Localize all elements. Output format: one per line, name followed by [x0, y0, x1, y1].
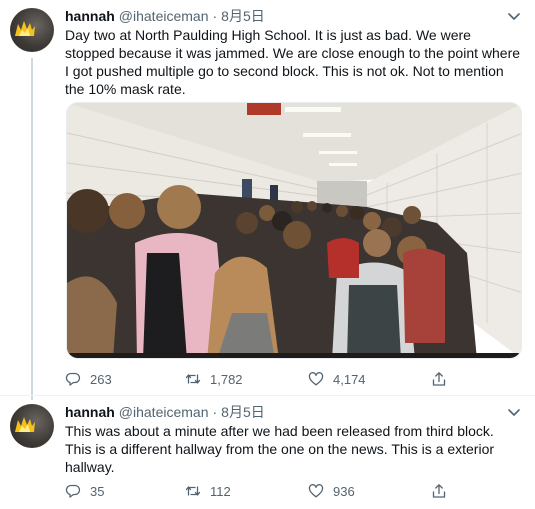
chevron-down-icon[interactable]	[507, 9, 521, 23]
retweet-icon	[185, 374, 201, 384]
avatar[interactable]	[10, 404, 54, 448]
like-button[interactable]: 4,174	[308, 371, 366, 387]
share-button[interactable]	[431, 483, 447, 499]
separator-dot: ·	[212, 404, 218, 420]
reply-button[interactable]: 35	[65, 483, 104, 499]
retweet-icon	[185, 486, 201, 496]
tweet-actions: 35 112 936	[65, 481, 465, 501]
retweet-count: 112	[210, 483, 231, 499]
share-icon	[432, 484, 446, 498]
tweet-actions: 263 1,782 4,174	[65, 369, 465, 389]
tweet-photo[interactable]	[66, 102, 522, 359]
flame-graphic	[15, 21, 35, 36]
like-button[interactable]: 936	[308, 483, 355, 499]
reply-icon	[65, 372, 81, 386]
reply-count: 35	[90, 483, 105, 499]
tweet-header: hannah @ihateiceman · 8月5日	[65, 7, 265, 25]
thread-line	[31, 58, 33, 400]
chevron-down-icon[interactable]	[507, 405, 521, 419]
tweet[interactable]: hannah @ihateiceman · 8月5日 Day two at No…	[0, 0, 535, 400]
tweet-text: Day two at North Paulding High School. I…	[65, 27, 521, 97]
display-name[interactable]: hannah	[65, 404, 115, 420]
tweet-header: hannah @ihateiceman · 8月5日	[65, 403, 265, 421]
like-count: 936	[333, 483, 355, 499]
heart-icon	[308, 484, 324, 498]
avatar[interactable]	[10, 8, 54, 52]
reply-count: 263	[90, 371, 112, 387]
share-icon	[432, 372, 446, 386]
display-name[interactable]: hannah	[65, 8, 115, 24]
reply-button[interactable]: 263	[65, 371, 112, 387]
tweet-date[interactable]: 8月5日	[221, 6, 265, 26]
share-button[interactable]	[431, 371, 447, 387]
retweet-button[interactable]: 1,782	[185, 371, 243, 387]
retweet-count: 1,782	[210, 371, 243, 387]
flame-graphic	[15, 417, 35, 432]
like-count: 4,174	[333, 371, 366, 387]
reply-icon	[65, 484, 81, 498]
tweet-date[interactable]: 8月5日	[221, 402, 265, 422]
heart-icon	[308, 372, 324, 386]
retweet-button[interactable]: 112	[185, 483, 231, 499]
separator-dot: ·	[212, 8, 218, 24]
tweet-text: This was about a minute after we had bee…	[65, 423, 495, 475]
tweet[interactable]: hannah @ihateiceman · 8月5日 This was abou…	[0, 396, 535, 509]
user-handle[interactable]: @ihateiceman	[119, 404, 209, 420]
user-handle[interactable]: @ihateiceman	[119, 8, 209, 24]
